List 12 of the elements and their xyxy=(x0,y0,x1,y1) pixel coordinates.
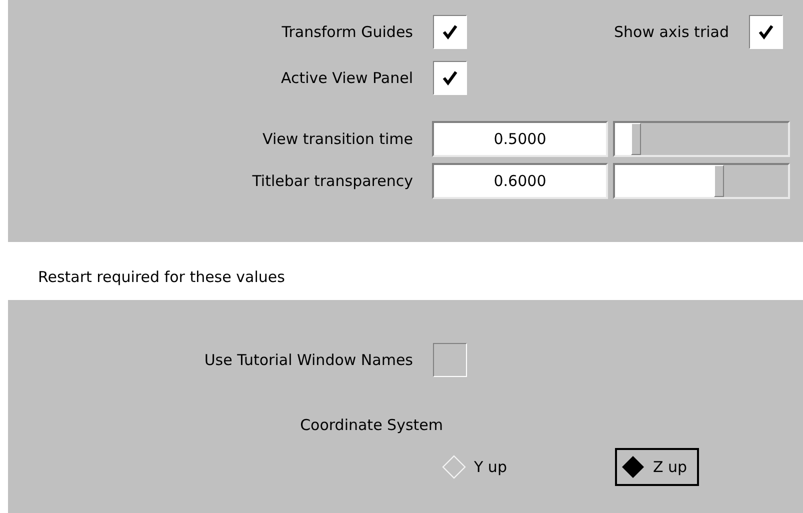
value-field[interactable]: 0.5000 xyxy=(432,121,608,157)
slider-label: View transition time xyxy=(262,130,413,148)
checkbox-label: Use Tutorial Window Names xyxy=(203,351,413,369)
section-note: Restart required for these values xyxy=(38,268,285,286)
value-field[interactable]: 0.6000 xyxy=(432,163,608,199)
radio-group-label: Coordinate System xyxy=(299,416,443,434)
radio-option[interactable]: Z up xyxy=(614,448,700,486)
radio-option[interactable]: Y up xyxy=(436,448,519,486)
checkbox-label: Active View Panel xyxy=(280,69,413,87)
checkbox-label: Transform Guides xyxy=(280,23,413,41)
slider-label: Titlebar transparency xyxy=(251,172,413,190)
checkbox-label: Show axis triad xyxy=(613,23,729,41)
